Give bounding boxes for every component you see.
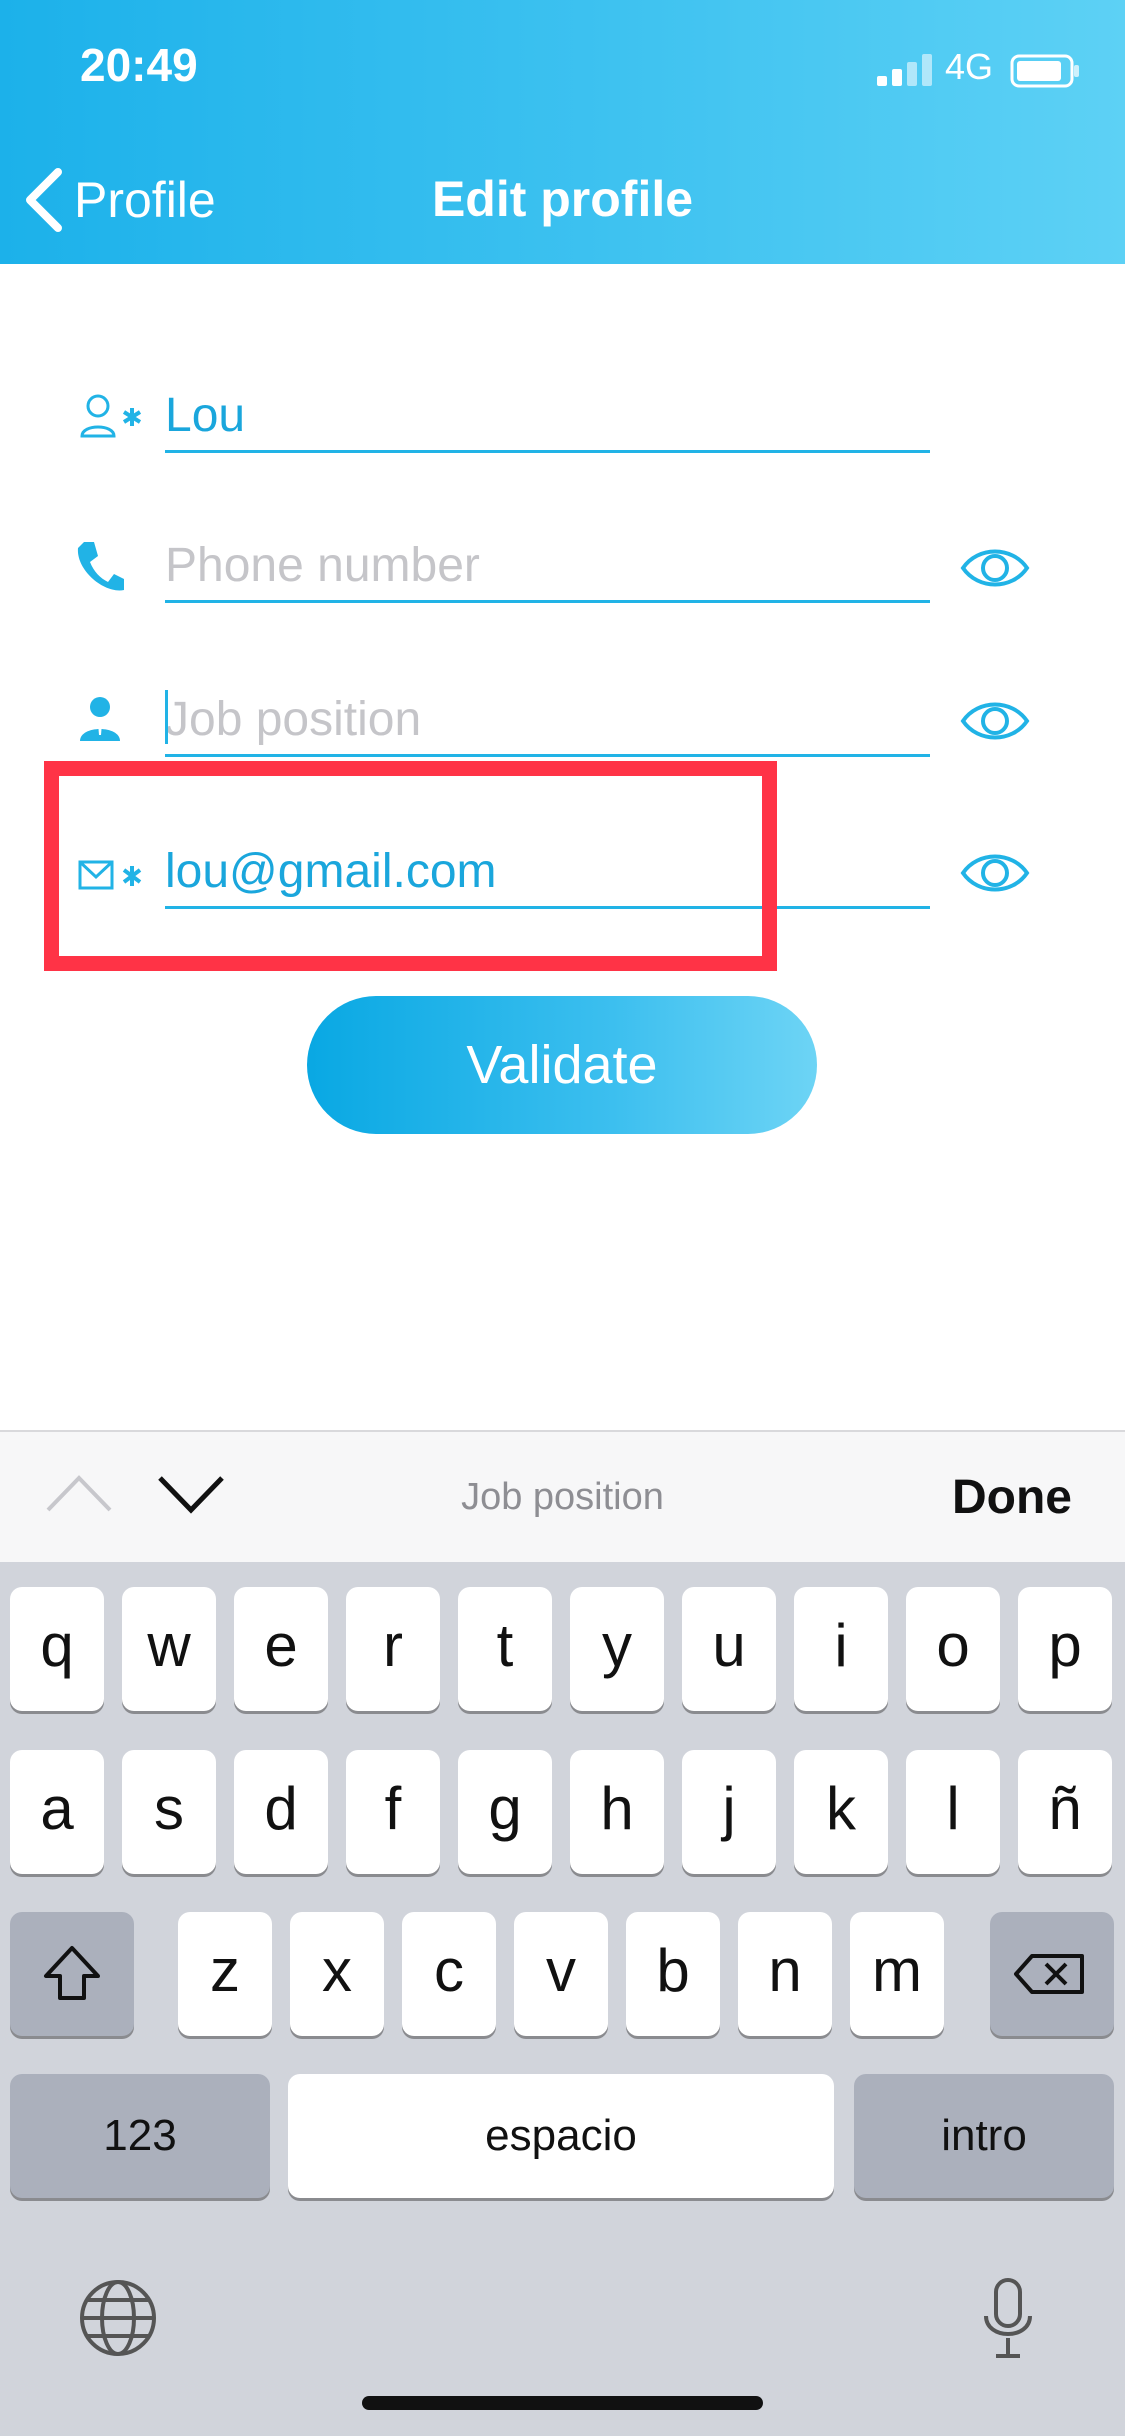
key-t[interactable]: t: [458, 1587, 552, 1711]
briefcase-person-icon: [78, 695, 122, 748]
signal-strength-icon: [877, 54, 932, 86]
key-d[interactable]: d: [234, 1750, 328, 1874]
shift-arrow-icon: [44, 1946, 100, 2000]
key-p[interactable]: p: [1018, 1587, 1112, 1711]
phone-icon: [74, 540, 126, 599]
text-cursor: [165, 690, 168, 744]
name-field-icons: [78, 392, 148, 447]
return-key[interactable]: intro: [854, 2074, 1114, 2198]
key-x[interactable]: x: [290, 1912, 384, 2036]
key-v[interactable]: v: [514, 1912, 608, 2036]
key-j[interactable]: j: [682, 1750, 776, 1874]
key-r[interactable]: r: [346, 1587, 440, 1711]
key-u[interactable]: u: [682, 1587, 776, 1711]
key-s[interactable]: s: [122, 1750, 216, 1874]
key-n-tilde[interactable]: ñ: [1018, 1750, 1112, 1874]
key-a[interactable]: a: [10, 1750, 104, 1874]
shift-key[interactable]: [10, 1912, 134, 2036]
battery-icon: [1010, 54, 1079, 88]
key-o[interactable]: o: [906, 1587, 1000, 1711]
globe-icon[interactable]: [78, 2278, 158, 2358]
backspace-icon: [1014, 1954, 1084, 1994]
key-e[interactable]: e: [234, 1587, 328, 1711]
name-input[interactable]: [165, 380, 930, 453]
visibility-eye-icon[interactable]: [960, 543, 1030, 593]
key-c[interactable]: c: [402, 1912, 496, 2036]
page-title: Edit profile: [431, 171, 694, 227]
key-b[interactable]: b: [626, 1912, 720, 2036]
status-time: 20:49: [80, 39, 198, 91]
key-f[interactable]: f: [346, 1750, 440, 1874]
key-m[interactable]: m: [850, 1912, 944, 2036]
job-position-input[interactable]: [165, 684, 930, 757]
key-w[interactable]: w: [122, 1587, 216, 1711]
key-z[interactable]: z: [178, 1912, 272, 2036]
highlight-annotation-box: [44, 761, 777, 971]
space-key[interactable]: espacio: [288, 2074, 834, 2198]
network-type: 4G: [945, 46, 994, 87]
key-n[interactable]: n: [738, 1912, 832, 2036]
validate-button[interactable]: Validate: [307, 996, 817, 1134]
key-g[interactable]: g: [458, 1750, 552, 1874]
visibility-eye-icon[interactable]: [960, 848, 1030, 898]
key-i[interactable]: i: [794, 1587, 888, 1711]
key-h[interactable]: h: [570, 1750, 664, 1874]
key-l[interactable]: l: [906, 1750, 1000, 1874]
key-q[interactable]: q: [10, 1587, 104, 1711]
numbers-key[interactable]: 123: [10, 2074, 270, 2198]
visibility-eye-icon[interactable]: [960, 696, 1030, 746]
home-indicator: [362, 2396, 763, 2410]
key-y[interactable]: y: [570, 1587, 664, 1711]
microphone-icon[interactable]: [980, 2276, 1036, 2362]
key-k[interactable]: k: [794, 1750, 888, 1874]
done-button[interactable]: Done: [952, 1470, 1072, 1525]
backspace-key[interactable]: [990, 1912, 1114, 2036]
phone-input[interactable]: [165, 530, 930, 603]
user-outline-icon: [80, 394, 142, 438]
